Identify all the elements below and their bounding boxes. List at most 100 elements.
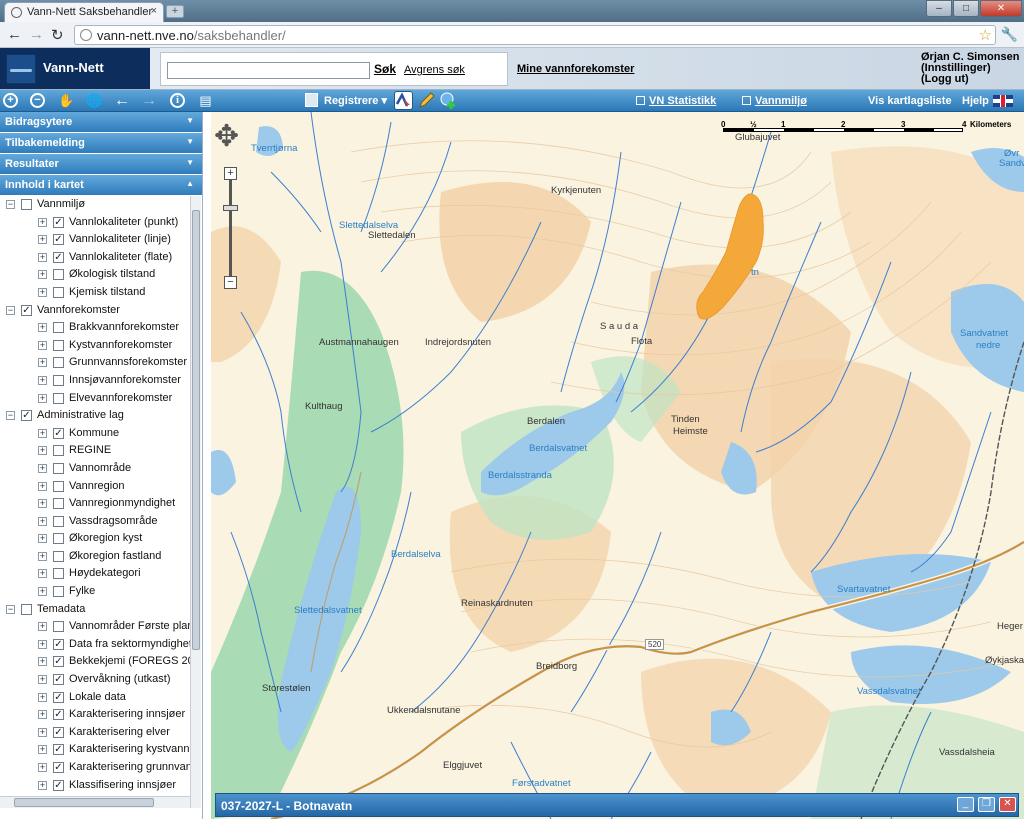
tree-item[interactable]: + ✓ Overvåkning (utkast)	[0, 671, 190, 689]
layer-checkbox[interactable]	[53, 550, 64, 562]
zoom-thumb[interactable]	[223, 205, 238, 211]
layer-checkbox[interactable]	[53, 322, 64, 334]
layer-checkbox[interactable]: ✓	[53, 427, 64, 439]
expand-icon[interactable]: +	[38, 446, 47, 456]
expand-icon[interactable]: +	[38, 463, 47, 473]
pan-arrows-icon[interactable]: ✥	[214, 122, 239, 152]
layer-checkbox[interactable]	[53, 480, 64, 492]
layer-checkbox[interactable]: ✓	[21, 410, 32, 422]
panel-resultater[interactable]: Resultater ▼	[0, 154, 202, 174]
layer-checkbox[interactable]: ✓	[53, 251, 64, 263]
zoom-track[interactable]	[229, 180, 232, 276]
scroll-thumb[interactable]	[14, 798, 154, 807]
vn-statistics-link[interactable]: VN Statistikk	[636, 95, 716, 107]
expand-icon[interactable]: +	[38, 551, 47, 561]
zoom-out-icon[interactable]: −	[30, 93, 45, 108]
close-window-button[interactable]: ✕	[980, 0, 1022, 17]
bookmark-star-icon[interactable]: ☆	[979, 26, 992, 44]
expand-icon[interactable]: +	[38, 727, 47, 737]
tree-item[interactable]: + Økologisk tilstand	[0, 266, 190, 284]
collapse-icon[interactable]: −	[6, 411, 15, 421]
tree-item[interactable]: + Høydekategori	[0, 565, 190, 583]
panel-bidragsytere[interactable]: Bidragsytere ▼	[0, 112, 202, 132]
collapse-icon[interactable]: −	[6, 305, 15, 315]
url-field[interactable]: vann-nett.nve.no/saksbehandler/ ☆	[74, 25, 996, 45]
tree-group[interactable]: − ✓ Vannforekomster	[0, 302, 190, 320]
uk-flag-icon[interactable]	[993, 95, 1013, 107]
tree-item[interactable]: + Innsjøvannforekomster	[0, 372, 190, 390]
expand-icon[interactable]: +	[38, 428, 47, 438]
layer-checkbox[interactable]	[53, 286, 64, 298]
expand-icon[interactable]: +	[38, 639, 47, 649]
panel-innhold-i-kartet[interactable]: Innhold i kartet ▲	[0, 175, 202, 195]
expand-icon[interactable]: +	[38, 235, 47, 245]
my-waterbodies-link[interactable]: Mine vannforekomster	[517, 63, 634, 75]
layer-list-button[interactable]: Vis kartlagsliste	[868, 95, 952, 107]
tree-item[interactable]: + ✓ Vannlokaliteter (linje)	[0, 231, 190, 249]
info-icon[interactable]: i	[170, 93, 185, 108]
browser-tab[interactable]: Vann-Nett Saksbehandler ×	[4, 2, 164, 22]
tree-item[interactable]: + Vannregionmyndighet	[0, 495, 190, 513]
layer-checkbox[interactable]	[21, 603, 32, 615]
reload-icon[interactable]: ↻	[51, 26, 64, 44]
tree-item[interactable]: + ✓ Vannlokaliteter (flate)	[0, 249, 190, 267]
layer-checkbox[interactable]: ✓	[53, 216, 64, 228]
tree-item[interactable]: + Vannområder Første planfa	[0, 618, 190, 636]
layer-checkbox[interactable]: ✓	[53, 779, 64, 791]
tree-item[interactable]: + REGINE	[0, 442, 190, 460]
tree-item[interactable]: + ✓ Klassifisering innsjøer	[0, 777, 190, 795]
expand-icon[interactable]: +	[38, 340, 47, 350]
layer-checkbox[interactable]	[53, 462, 64, 474]
expand-icon[interactable]: +	[38, 393, 47, 403]
layer-checkbox[interactable]	[53, 568, 64, 580]
expand-icon[interactable]: +	[38, 270, 47, 280]
layer-checkbox[interactable]: ✓	[53, 762, 64, 773]
tree-group[interactable]: − ✓ Administrative lag	[0, 407, 190, 425]
register-menu[interactable]: Registrere ▾	[324, 94, 387, 107]
layer-checkbox[interactable]	[53, 498, 64, 510]
tree-item[interactable]: + Elvevannforekomster	[0, 390, 190, 408]
tree-item[interactable]: + ✓ Kommune	[0, 425, 190, 443]
wrench-icon[interactable]: 🔧	[1001, 26, 1018, 43]
new-tab-button[interactable]: +	[166, 5, 184, 18]
tree-item[interactable]: + ✓ Karakterisering elver	[0, 724, 190, 742]
scroll-thumb[interactable]	[192, 210, 200, 650]
expand-icon[interactable]: +	[38, 657, 47, 667]
expand-icon[interactable]: +	[38, 481, 47, 491]
maximize-button[interactable]: □	[953, 0, 979, 17]
layer-checkbox[interactable]	[53, 586, 64, 598]
collapse-icon[interactable]: −	[6, 604, 15, 614]
tree-item[interactable]: + Fylke	[0, 583, 190, 601]
layer-checkbox[interactable]	[53, 445, 64, 457]
forward-icon[interactable]: →	[29, 26, 44, 43]
minimize-panel-button[interactable]: _	[957, 797, 974, 812]
expand-icon[interactable]: +	[38, 569, 47, 579]
tree-item[interactable]: + Økoregion kyst	[0, 530, 190, 548]
layer-checkbox[interactable]	[53, 621, 64, 633]
layer-checkbox[interactable]: ✓	[21, 304, 32, 316]
zoom-in-button[interactable]: +	[224, 167, 237, 180]
layer-checkbox[interactable]: ✓	[53, 709, 64, 721]
back-icon[interactable]: ←	[7, 26, 22, 43]
expand-icon[interactable]: +	[38, 516, 47, 526]
vertical-scrollbar[interactable]	[190, 196, 201, 808]
tree-item[interactable]: + ✓ Data fra sektormyndighete	[0, 636, 190, 654]
collapse-icon[interactable]: −	[6, 200, 15, 209]
layer-checkbox[interactable]	[53, 392, 64, 404]
search-button[interactable]: Søk	[374, 62, 396, 76]
layer-checkbox[interactable]	[53, 339, 64, 351]
expand-icon[interactable]: +	[38, 675, 47, 685]
expand-icon[interactable]: +	[38, 323, 47, 333]
expand-icon[interactable]: +	[38, 358, 47, 368]
layer-checkbox[interactable]: ✓	[53, 656, 64, 668]
tree-item[interactable]: + Brakkvannforekomster	[0, 319, 190, 337]
close-panel-button[interactable]: ✕	[999, 797, 1016, 812]
layer-checkbox[interactable]: ✓	[53, 691, 64, 703]
tree-item[interactable]: + Vannområde	[0, 460, 190, 478]
logout-link[interactable]: (Logg ut)	[921, 74, 1019, 85]
tree-item[interactable]: + Kystvannforekomster	[0, 337, 190, 355]
search-input[interactable]	[167, 62, 370, 79]
horizontal-scrollbar[interactable]	[0, 796, 190, 808]
tab-close-icon[interactable]: ×	[151, 5, 157, 17]
layer-checkbox[interactable]	[53, 374, 64, 386]
